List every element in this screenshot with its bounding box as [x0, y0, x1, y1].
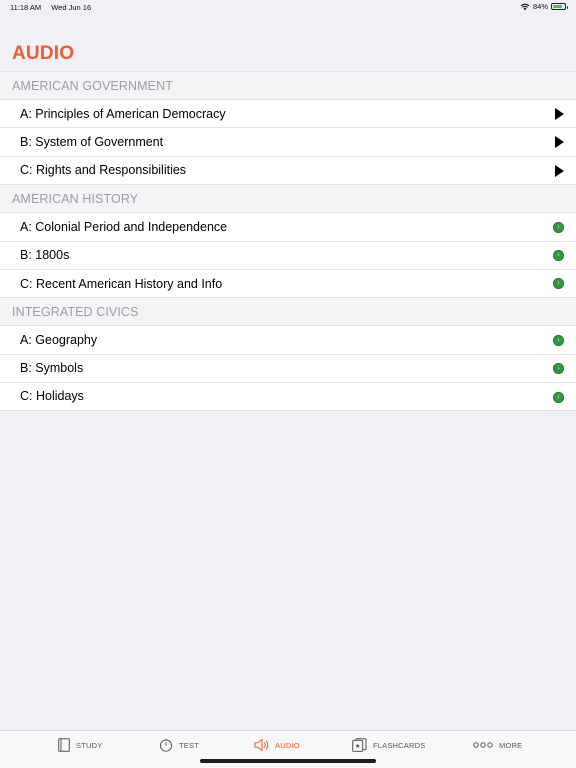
- audio-section-list: AMERICAN GOVERNMENT A: Principles of Amer…: [0, 71, 576, 411]
- green-status-icon: ↓: [553, 363, 564, 375]
- tab-flashcards[interactable]: FLASHCARDS: [352, 737, 425, 753]
- stopwatch-icon: [159, 738, 173, 752]
- tab-bar: STUDY TEST AUDIO FLASHCARDS MORE: [0, 730, 576, 768]
- list-item-label: A: Colonial Period and Independence: [20, 219, 228, 234]
- section-header: INTEGRATED CIVICS: [0, 297, 576, 326]
- battery-percent: 84%: [532, 2, 548, 11]
- tab-test[interactable]: TEST: [159, 737, 199, 753]
- page-title: AUDIO: [12, 43, 75, 64]
- green-status-icon: ↓: [553, 391, 564, 403]
- play-icon[interactable]: [555, 136, 564, 149]
- list-item-label: A: Geography: [20, 333, 98, 348]
- tab-audio-label: AUDIO: [275, 740, 300, 750]
- green-status-icon: ↓: [553, 334, 564, 346]
- green-status-icon: ↓: [553, 250, 564, 262]
- list-item-label: C: Holidays: [20, 389, 84, 404]
- list-item[interactable]: A: Principles of American Democracy: [0, 99, 576, 128]
- tab-test-label: TEST: [179, 740, 199, 750]
- flashcards-icon: [352, 738, 367, 752]
- list-item[interactable]: A: Colonial Period and Independence ↓: [0, 212, 576, 241]
- list-item[interactable]: B: Symbols ↓: [0, 353, 576, 383]
- list-item-label: C: Recent American History and Info: [20, 276, 223, 291]
- more-icon: [473, 742, 493, 748]
- status-time: 11:18 AM: [10, 3, 42, 12]
- section-header: AMERICAN HISTORY: [0, 184, 576, 213]
- wifi-icon: [520, 3, 530, 10]
- list-item[interactable]: B: 1800s ↓: [0, 240, 576, 269]
- list-item[interactable]: C: Recent American History and Info ↓: [0, 268, 576, 298]
- list-item[interactable]: B: System of Government: [0, 127, 576, 156]
- speaker-icon: [254, 738, 269, 752]
- tab-study-label: STUDY: [76, 740, 103, 750]
- list-item[interactable]: C: Holidays ↓: [0, 382, 576, 411]
- list-item[interactable]: C: Rights and Responsibilities: [0, 155, 576, 185]
- play-icon[interactable]: [555, 164, 564, 177]
- list-item[interactable]: A: Geography ↓: [0, 325, 576, 354]
- battery-fill: [553, 5, 563, 8]
- play-icon[interactable]: [555, 108, 564, 120]
- section-header: AMERICAN GOVERNMENT: [0, 71, 576, 99]
- status-date: Wed Jun 16: [51, 3, 92, 12]
- list-item-label: A: Principles of American Democracy: [20, 106, 226, 121]
- status-bar: 11:18 AM Wed Jun 16 84%: [0, 0, 576, 16]
- tab-more[interactable]: MORE: [473, 737, 522, 753]
- green-status-icon: ↓: [553, 278, 564, 290]
- tab-audio[interactable]: AUDIO: [254, 737, 300, 753]
- list-item-label: C: Rights and Responsibilities: [20, 163, 187, 178]
- list-item-label: B: Symbols: [20, 361, 84, 376]
- tab-flashcards-label: FLASHCARDS: [373, 740, 426, 750]
- status-bar-right: 84%: [520, 2, 568, 11]
- list-item-label: B: System of Government: [20, 135, 164, 150]
- list-item-label: B: 1800s: [20, 248, 70, 263]
- tab-more-label: MORE: [499, 740, 523, 750]
- home-indicator: [200, 759, 376, 763]
- tab-study[interactable]: STUDY: [58, 737, 102, 753]
- green-status-icon: ↓: [553, 221, 564, 233]
- status-bar-left: 11:18 AM Wed Jun 16: [10, 3, 99, 12]
- battery-icon: [551, 3, 568, 10]
- book-icon: [58, 738, 70, 752]
